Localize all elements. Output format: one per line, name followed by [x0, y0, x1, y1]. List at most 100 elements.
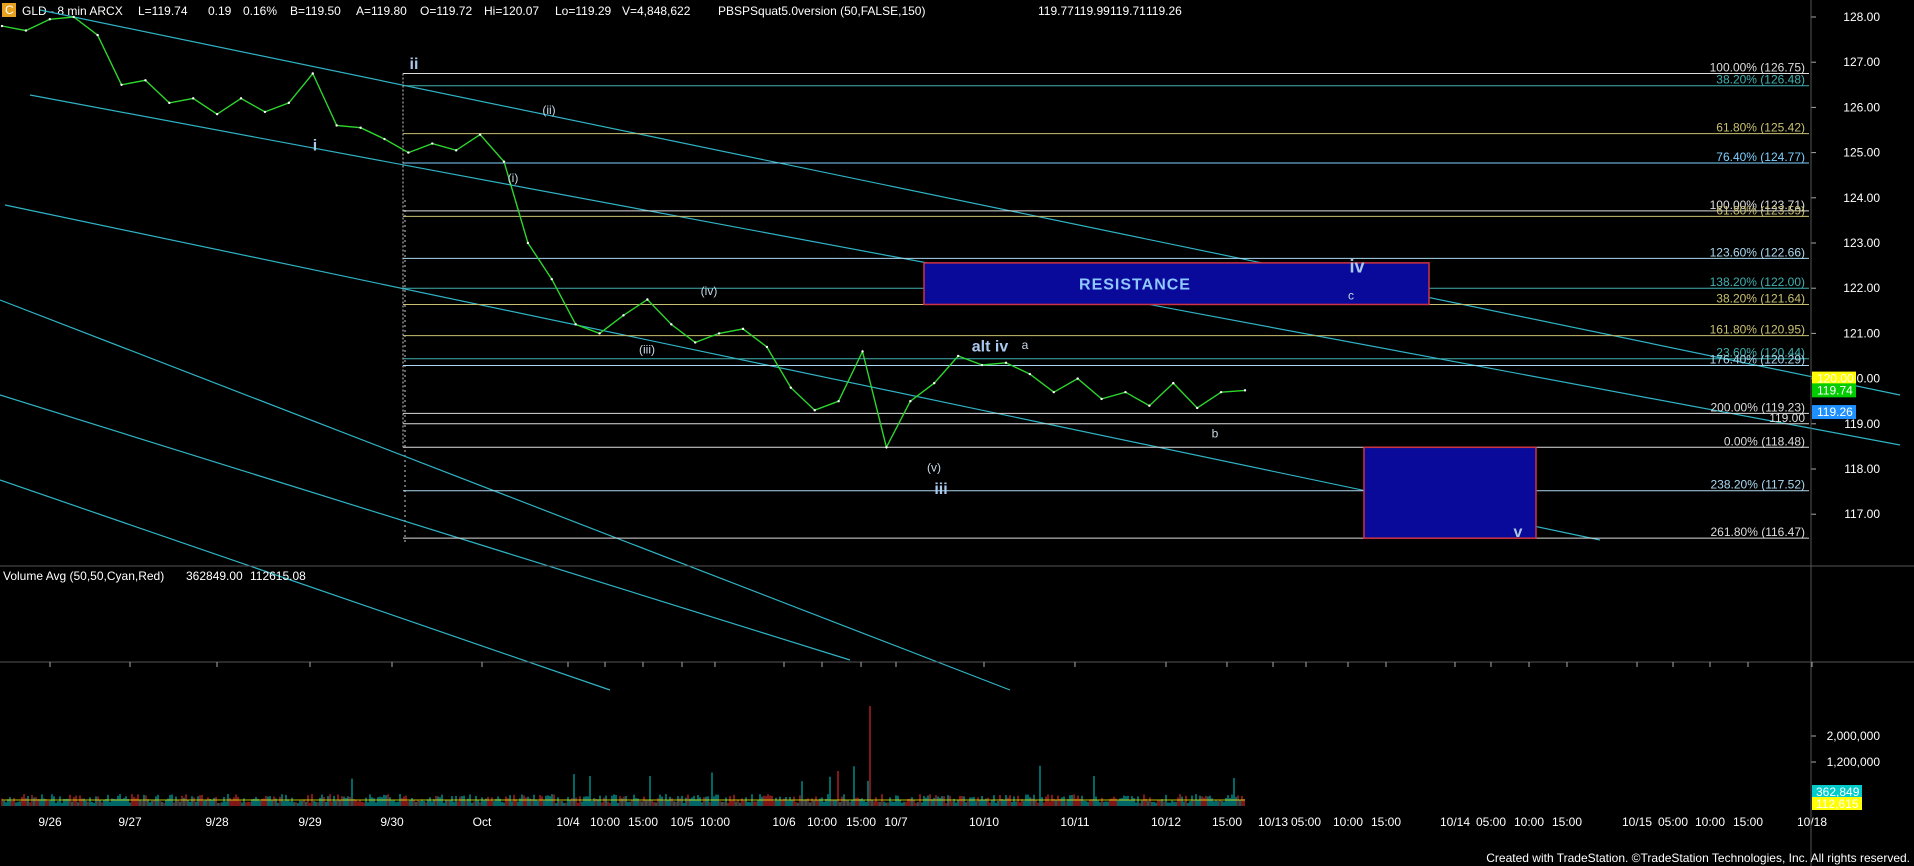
price-point [383, 137, 386, 141]
time-tick-label: 10:00 [807, 815, 837, 829]
price-point [72, 15, 75, 19]
wave-label: b [1212, 426, 1219, 440]
indicator-value: 119.99 [1074, 4, 1110, 18]
volume-tick-label: 2,000,000 [1827, 729, 1881, 743]
price-point [502, 160, 506, 163]
price-tag-label: 119.26 [1817, 405, 1853, 419]
fib-label: 76.40% (124.77) [1716, 150, 1805, 164]
price-point [1076, 377, 1079, 380]
header-open: O=119.72 [420, 4, 472, 18]
price-tick-label: 118.00 [1844, 462, 1880, 476]
price-point [574, 323, 577, 326]
fib-label: 38.20% (126.48) [1716, 73, 1805, 87]
chart-background [0, 0, 1914, 866]
wave-label: iii [934, 481, 947, 498]
indicator-value: 119.71 [1110, 4, 1146, 18]
price-point [765, 345, 769, 349]
time-tick-label: 9/28 [205, 815, 229, 829]
price-point [263, 110, 267, 114]
price-point [646, 298, 649, 301]
price-point [1004, 361, 1008, 364]
price-chart: C GLD - 8 min ARCX L=119.74 0.19 0.16% B… [0, 0, 1914, 866]
price-point [670, 323, 673, 326]
time-tick-label: 15:00 [1371, 815, 1401, 829]
fib-label: 38.20% (121.64) [1716, 291, 1805, 305]
fib-label: 261.80% (116.47) [1710, 525, 1805, 539]
price-point [1100, 397, 1103, 401]
wave-label: alt iv [972, 338, 1009, 355]
price-tick-label: 126.00 [1843, 100, 1880, 114]
header-high: Hi=120.07 [484, 4, 539, 18]
fib-label: 0.00% (118.48) [1724, 434, 1805, 448]
time-tick-label: 15:00 [1552, 815, 1582, 829]
fib-label: 61.80% (125.42) [1716, 121, 1805, 135]
price-point [48, 18, 52, 21]
indicator-value: 119.26 [1146, 4, 1182, 18]
fib-label: 61.80% (123.59) [1716, 203, 1805, 217]
footer-credit: Created with TradeStation. ©TradeStation… [1486, 851, 1910, 865]
time-tick-label: 10:00 [1695, 815, 1725, 829]
wave-label: (iii) [639, 343, 655, 357]
time-tick-label: Oct [473, 815, 492, 829]
fib-label: 119.00 [1769, 411, 1805, 425]
price-point [598, 332, 601, 335]
wave-label: (v) [927, 460, 941, 474]
price-point [526, 241, 530, 245]
time-tick-label: 10:00 [590, 815, 620, 829]
wave-label: iv [1349, 256, 1364, 276]
price-point [1124, 390, 1127, 394]
target-zone [1363, 446, 1537, 539]
price-point [1172, 381, 1175, 385]
price-tick-label: 124.00 [1843, 191, 1880, 205]
price-tick-label: 121.00 [1843, 326, 1880, 340]
fib-label: 238.20% (117.52) [1710, 478, 1805, 492]
time-tick-label: 15:00 [628, 815, 658, 829]
time-tick-label: 10/10 [969, 815, 999, 829]
price-point [861, 350, 864, 353]
price-point [168, 101, 171, 105]
time-tick-label: 10/11 [1060, 815, 1089, 829]
price-point [837, 400, 840, 403]
price-point [1219, 390, 1223, 394]
price-point [0, 24, 4, 28]
time-tick-label: 9/30 [380, 815, 404, 829]
price-point [120, 83, 123, 87]
time-tick-label: 15:00 [846, 815, 876, 829]
indicator-values: 119.77 119.99 119.71 119.26 [1038, 4, 1182, 18]
volume-header: Volume Avg (50,50,Cyan,Red) 362849.00 11… [3, 569, 306, 583]
price-point [909, 400, 912, 403]
header-ask: A=119.80 [356, 4, 407, 18]
indicator-value: 119.77 [1038, 4, 1074, 18]
time-tick-label: 10/18 [1797, 815, 1827, 829]
time-tick-label: 05:00 [1476, 815, 1506, 829]
price-point [311, 72, 314, 75]
price-point [885, 446, 888, 449]
wave-label: (iv) [701, 284, 718, 298]
time-tick-label: 10/7 [884, 815, 908, 829]
time-tick-label: 9/29 [298, 815, 322, 829]
time-tick-label: 9/27 [118, 815, 142, 829]
price-point [933, 381, 936, 385]
header-low: Lo=119.29 [555, 4, 611, 18]
price-tick-label: 117.00 [1844, 507, 1880, 521]
price-point [454, 149, 458, 152]
price-point [717, 332, 721, 335]
price-point [741, 327, 745, 331]
price-point [980, 363, 984, 367]
header-change: 0.19 [208, 4, 232, 18]
volume-value-1: 362849.00 [186, 569, 243, 583]
resistance-label: RESISTANCE [1079, 277, 1191, 294]
header-volume: V=4,848,622 [622, 4, 691, 18]
volume-tick-label: 1,200,000 [1827, 755, 1881, 769]
wave-label: (i) [508, 171, 519, 185]
wave-label: (ii) [542, 103, 555, 117]
price-point [24, 29, 28, 32]
fib-label: 138.20% (122.00) [1710, 275, 1805, 289]
wave-label: c [1348, 289, 1354, 303]
price-point [407, 151, 410, 154]
wave-label: a [1022, 338, 1029, 352]
price-point [287, 101, 291, 105]
time-tick-label: 10/15 [1622, 815, 1652, 829]
price-point [431, 142, 434, 145]
price-point [622, 314, 625, 317]
